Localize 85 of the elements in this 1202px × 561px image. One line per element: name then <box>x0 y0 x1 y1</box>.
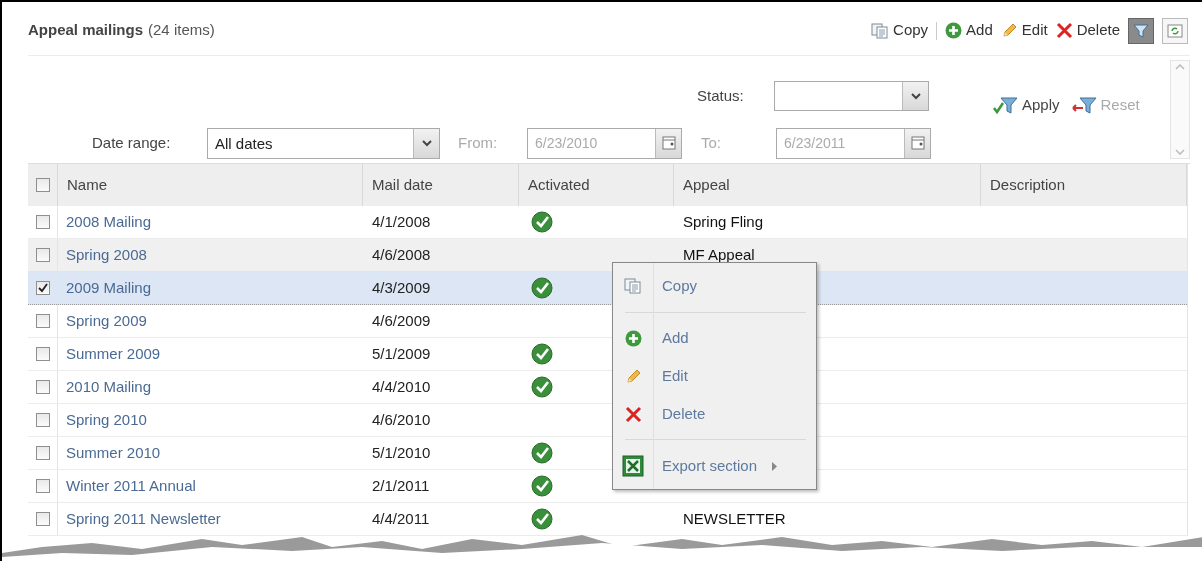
calendar-icon <box>661 136 676 150</box>
status-label: Status: <box>697 85 745 106</box>
table-cell: 5/1/2009 <box>372 344 431 362</box>
table-row[interactable]: Spring 2011 Newsletter 4/4/2011 NEWSLETTER <box>28 503 1187 536</box>
check-icon <box>531 442 553 464</box>
table-cell: 4/6/2008 <box>372 245 431 263</box>
plus-icon <box>624 329 642 347</box>
copy-icon <box>624 278 642 294</box>
plus-icon <box>945 22 963 39</box>
checkbox[interactable] <box>35 248 50 262</box>
funnel-arrow-icon <box>1071 95 1098 116</box>
mailing-name-link[interactable]: Winter 2011 Annual <box>66 476 196 494</box>
refresh-button[interactable] <box>1162 17 1188 44</box>
table-cell: 4/6/2009 <box>372 311 431 329</box>
date-range-select[interactable]: All dates <box>207 127 440 159</box>
copy-button[interactable]: Copy <box>871 19 929 42</box>
table-cell: 2/1/2011 <box>372 476 430 494</box>
check-icon <box>531 376 553 398</box>
table-cell: Spring Fling <box>683 212 764 230</box>
spreadsheet-icon <box>622 455 644 477</box>
column-header[interactable]: Description <box>981 173 1066 197</box>
pencil-icon <box>1000 22 1018 39</box>
table-cell: NEWSLETTER <box>683 509 786 527</box>
x-icon <box>1055 22 1073 39</box>
checkbox[interactable] <box>35 380 50 394</box>
table-cell: MF Appeal <box>683 245 755 263</box>
table-cell: 4/1/2008 <box>372 212 431 230</box>
date-range-label: Date range: <box>92 132 172 153</box>
checkbox[interactable] <box>35 446 50 460</box>
checkbox[interactable] <box>35 281 50 295</box>
mailing-name-link[interactable]: Spring 2011 Newsletter <box>66 509 221 527</box>
to-label: To: <box>701 132 722 153</box>
pencil-icon <box>624 367 642 385</box>
checkbox[interactable] <box>35 479 50 493</box>
filter-toggle-button[interactable] <box>1128 17 1154 44</box>
add-button[interactable]: Add <box>945 19 993 42</box>
mailing-name-link[interactable]: 2009 Mailing <box>66 278 152 296</box>
column-header[interactable]: Name <box>58 173 107 197</box>
item-count: (24 items) <box>148 20 215 41</box>
table-row[interactable]: 2008 Mailing 4/1/2008 Spring Fling <box>28 206 1187 239</box>
caret-icon <box>421 139 432 147</box>
copy-icon <box>871 22 890 39</box>
check-icon <box>531 211 553 233</box>
checkbox[interactable] <box>35 314 50 328</box>
mailing-name-link[interactable]: 2010 Mailing <box>66 377 152 395</box>
mailing-name-link[interactable]: Summer 2010 <box>66 443 161 461</box>
x-icon <box>624 405 642 423</box>
caret-icon <box>910 92 921 100</box>
mailing-name-link[interactable]: Spring 2009 <box>66 311 147 329</box>
table-cell: 4/6/2010 <box>372 410 431 428</box>
scroll-down-icon <box>1175 149 1185 155</box>
apply-button[interactable]: Apply <box>993 94 1060 117</box>
from-label: From: <box>458 132 499 153</box>
checkbox[interactable] <box>35 413 50 427</box>
column-header[interactable]: Mail date <box>363 173 433 197</box>
checkbox[interactable] <box>35 512 50 526</box>
checkbox[interactable] <box>35 178 50 192</box>
status-select[interactable] <box>774 81 929 111</box>
table-cell: 4/4/2010 <box>372 377 431 395</box>
delete-button[interactable]: Delete <box>1055 19 1120 42</box>
funnel-check-icon <box>993 95 1019 116</box>
table-cell: 4/4/2011 <box>372 509 430 527</box>
checkbox[interactable] <box>35 347 50 361</box>
table-row[interactable]: Spring 2008 4/6/2008 MF Appeal <box>28 239 1187 272</box>
funnel-icon <box>1133 22 1149 39</box>
refresh-icon <box>1167 22 1183 39</box>
edit-button[interactable]: Edit <box>1000 19 1048 42</box>
panel-title: Appeal mailings <box>28 20 144 41</box>
check-icon <box>531 277 553 299</box>
calendar-icon <box>910 136 925 150</box>
mailing-name-link[interactable]: Spring 2010 <box>66 410 147 428</box>
mailing-name-link[interactable]: 2008 Mailing <box>66 212 152 230</box>
checkbox[interactable] <box>35 215 50 229</box>
scrollbar[interactable] <box>1170 60 1190 159</box>
table-cell: 4/3/2009 <box>372 278 431 296</box>
check-icon <box>531 508 553 530</box>
column-header[interactable]: Appeal <box>674 173 730 197</box>
scroll-up-icon <box>1175 64 1185 70</box>
check-icon <box>531 475 553 497</box>
column-header[interactable]: Activated <box>519 173 590 197</box>
table-cell: 5/1/2010 <box>372 443 431 461</box>
mailing-name-link[interactable]: Summer 2009 <box>66 344 161 362</box>
mailing-name-link[interactable]: Spring 2008 <box>66 245 147 263</box>
submenu-arrow-icon <box>771 460 779 472</box>
check-icon <box>531 343 553 365</box>
